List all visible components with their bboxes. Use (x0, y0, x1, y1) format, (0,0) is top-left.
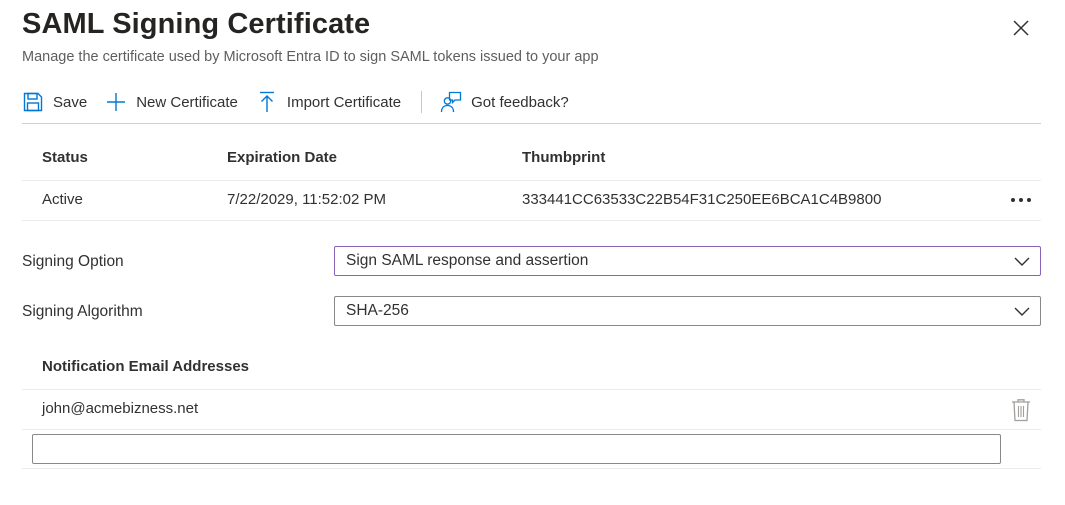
toolbar-divider (421, 91, 423, 113)
certificate-status: Active (42, 191, 83, 208)
save-label: Save (53, 93, 88, 111)
close-icon (1013, 20, 1029, 36)
page-title: SAML Signing Certificate (22, 8, 371, 40)
more-icon (1011, 198, 1031, 202)
feedback-label: Got feedback? (471, 93, 569, 111)
command-bar: Save New Certificate Import Certificate … (22, 86, 587, 118)
certificate-expiration: 7/22/2029, 11:52:02 PM (227, 191, 387, 208)
feedback-icon (440, 91, 462, 113)
email-row-divider (22, 429, 1041, 430)
notification-email-header: Notification Email Addresses (42, 358, 249, 375)
signing-option-dropdown[interactable]: Sign SAML response and assertion (334, 246, 1041, 276)
page-subtitle: Manage the certificate used by Microsoft… (22, 49, 599, 65)
column-header-expiration: Expiration Date (227, 149, 338, 166)
row-more-button[interactable] (1006, 188, 1036, 212)
email-input-divider (22, 468, 1041, 469)
chevron-down-icon (1014, 307, 1030, 316)
email-header-divider (22, 389, 1041, 390)
plus-icon (105, 91, 127, 113)
upload-icon (256, 91, 278, 113)
column-header-status: Status (42, 149, 88, 166)
trash-icon (1012, 399, 1030, 422)
notification-email: john@acmebizness.net (42, 400, 199, 417)
save-icon (22, 91, 44, 113)
import-certificate-button[interactable]: Import Certificate (256, 86, 401, 118)
delete-email-button[interactable] (1010, 398, 1032, 422)
signing-option-label: Signing Option (22, 253, 124, 270)
save-button[interactable]: Save (22, 86, 87, 118)
new-email-input[interactable] (32, 434, 1001, 464)
signing-option-value: Sign SAML response and assertion (346, 252, 589, 269)
close-button[interactable] (1008, 15, 1034, 41)
chevron-down-icon (1014, 257, 1030, 266)
signing-algorithm-label: Signing Algorithm (22, 303, 143, 320)
table-header-divider (22, 180, 1041, 181)
new-certificate-button[interactable]: New Certificate (105, 86, 238, 118)
signing-algorithm-dropdown[interactable]: SHA-256 (334, 296, 1041, 326)
signing-algorithm-value: SHA-256 (346, 302, 409, 319)
column-header-thumbprint: Thumbprint (522, 149, 606, 166)
new-certificate-label: New Certificate (136, 93, 238, 111)
toolbar-divider-line (22, 123, 1041, 124)
feedback-button[interactable]: Got feedback? (440, 86, 569, 118)
certificate-thumbprint: 333441CC63533C22B54F31C250EE6BCA1C4B9800 (522, 191, 882, 208)
import-certificate-label: Import Certificate (286, 93, 402, 111)
table-row-divider (22, 220, 1041, 221)
